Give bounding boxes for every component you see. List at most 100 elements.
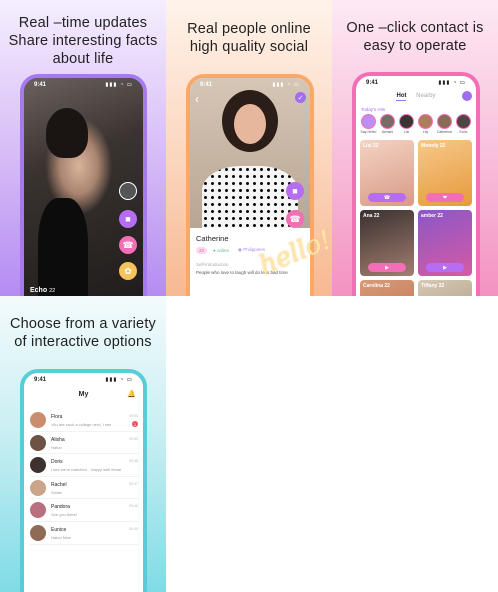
avatar [399, 114, 414, 129]
avatar [30, 412, 46, 428]
list-item[interactable]: Flora You are such a college nerd, I see 0… [30, 409, 138, 432]
status-bar: 9:41 ▮▮▮ ◔ ▭ [190, 78, 310, 92]
message-sender: Eunice [51, 526, 67, 533]
profile-age: 22 [49, 288, 56, 294]
list-item[interactable]: Doris I see we're matched... happy with f… [30, 454, 138, 477]
app-store-screenshots: Real –time updates Share interesting fac… [0, 0, 498, 592]
back-button[interactable]: ‹ [195, 92, 199, 106]
phone-mockup: 9:41 ▮▮▮ ◔ ▭ ■ ☎ ✿ Echo22 ● US [20, 74, 147, 296]
status-time: 9:41 [34, 377, 47, 383]
message-sender: Pandora [51, 504, 70, 511]
contact-button[interactable]: ☎ [368, 193, 406, 202]
phone-icon: ☎ [289, 213, 301, 224]
avatar [30, 434, 46, 451]
contact-icon: ☎ [383, 194, 391, 201]
online-tag: ● online [213, 247, 229, 253]
panel-caption: Choose from a variety of interactive opt… [9, 316, 157, 350]
story-item[interactable]: Catherine [436, 114, 453, 134]
avatar[interactable] [119, 182, 137, 200]
contact-icon: ❤ [442, 194, 448, 201]
message-time: 09:48 [129, 459, 138, 464]
page-title: My [78, 391, 89, 398]
message-preview: You are such a college nerd, I see [51, 422, 112, 427]
avatar [30, 502, 46, 519]
unread-badge: 1 [132, 421, 138, 427]
card-name: Carolina 22 [363, 283, 390, 289]
story-item[interactable]: Echo [455, 114, 472, 134]
message-time: 09:50 [129, 414, 138, 418]
panel-one-click-contact: One –click contact is easy to operate 9:… [332, 0, 498, 296]
message-sender: Doris [51, 459, 63, 466]
story-name: Echo [459, 130, 468, 134]
story-name: Lisi [403, 130, 410, 134]
signal-icon: ▮▮▮ ◔ ▭ [272, 82, 300, 88]
panel-interactive-options: Choose from a variety of interactive opt… [0, 296, 166, 592]
tab-hot[interactable]: Hot [396, 93, 407, 101]
video-call-button[interactable]: ■ [119, 210, 137, 228]
card-name: Monoly 22 [421, 143, 446, 149]
message-time: 09:47 [129, 481, 138, 486]
contact-button[interactable]: ▶ [426, 263, 464, 272]
story-item[interactable]: Lily [417, 114, 434, 134]
phone-mockup: 9:41 ▮▮▮ ◔ ▭ Hot Nearby Today's Hits Say… [352, 72, 480, 296]
card-name: Lisi 22 [363, 143, 379, 149]
contact-button[interactable]: ❤ [426, 193, 464, 202]
video-icon: ■ [125, 214, 131, 224]
gift-button[interactable]: ✿ [119, 262, 137, 280]
panel-caption: Real people online high quality social [187, 21, 311, 55]
list-item[interactable]: Rachel Smile! 09:47 [30, 477, 138, 500]
story-name: Catherine [436, 130, 453, 134]
message-time: 09:45 [129, 526, 138, 531]
avatar [361, 114, 376, 129]
contact-button[interactable]: ▶ [368, 263, 406, 272]
gift-icon: ✿ [124, 265, 132, 276]
profile-card[interactable]: Lisi 22 ☎ [360, 140, 414, 206]
message-preview: Haha! Nice [51, 534, 71, 540]
filter-button[interactable] [462, 91, 472, 101]
voice-call-button[interactable]: ☎ [286, 210, 304, 228]
age-tag: 22 [196, 246, 208, 254]
avatar [380, 114, 395, 129]
profile-card[interactable]: Monoly 22 ❤ [418, 140, 472, 206]
message-preview: See you there! [51, 512, 78, 518]
feed-tabs: Hot Nearby [356, 93, 476, 101]
list-item[interactable]: Eunice Haha! Nice 09:45 [30, 522, 138, 545]
avatar [30, 479, 46, 496]
avatar [30, 524, 46, 541]
message-preview: Smile! [51, 489, 63, 495]
profile-card[interactable]: Tiffany 22▶ [418, 280, 472, 296]
contact-icon: ▶ [385, 264, 389, 271]
bell-icon[interactable]: 🔔 [127, 390, 136, 398]
message-list: Flora You are such a college nerd, I see 0… [30, 409, 138, 545]
status-time: 9:41 [366, 80, 379, 86]
panel-realtime-updates: Real –time updates Share interesting fac… [0, 0, 166, 296]
profile-name: Echo 22 [30, 287, 55, 294]
profile-name-text: Echo [30, 287, 48, 294]
status-bar: 9:41 ▮▮▮ ◔ ▭ [24, 78, 143, 92]
story-name: Say Hello! [360, 130, 377, 134]
profile-card[interactable]: Ana 22 ▶ [360, 210, 414, 276]
story-item[interactable]: Armani [379, 114, 396, 134]
profile-card[interactable]: amber 22 ▶ [418, 210, 472, 276]
list-item[interactable]: Pandora See you there! 09:46 [30, 499, 138, 522]
voice-call-button[interactable]: ☎ [119, 236, 137, 254]
panel-caption: Real –time updates Share interesting fac… [8, 15, 158, 67]
story-name: Armani [381, 130, 394, 134]
video-icon: ■ [292, 186, 298, 196]
signal-icon: ▮▮▮ ◔ ▭ [105, 377, 133, 383]
list-item[interactable]: Alisha Haha! 09:50 [30, 432, 138, 455]
photo-dress [38, 198, 88, 296]
tab-nearby[interactable]: Nearby [416, 93, 435, 99]
status-bar: 9:41 ▮▮▮ ◔ ▭ [356, 76, 476, 90]
story-item[interactable]: Lisi [398, 114, 415, 134]
profile-card[interactable]: Carolina 22▶ [360, 280, 414, 296]
story-item[interactable]: Say Hello! [360, 114, 377, 134]
video-call-button[interactable]: ■ [286, 182, 304, 200]
avatar [456, 114, 471, 129]
photo-hair [46, 108, 88, 158]
photo-face [234, 104, 266, 144]
today-hits-label: Today's Hits [361, 107, 386, 112]
status-time: 9:41 [200, 82, 213, 88]
panel-caption: One –click contact is easy to operate [346, 20, 484, 54]
message-sender: Alisha [51, 436, 65, 443]
